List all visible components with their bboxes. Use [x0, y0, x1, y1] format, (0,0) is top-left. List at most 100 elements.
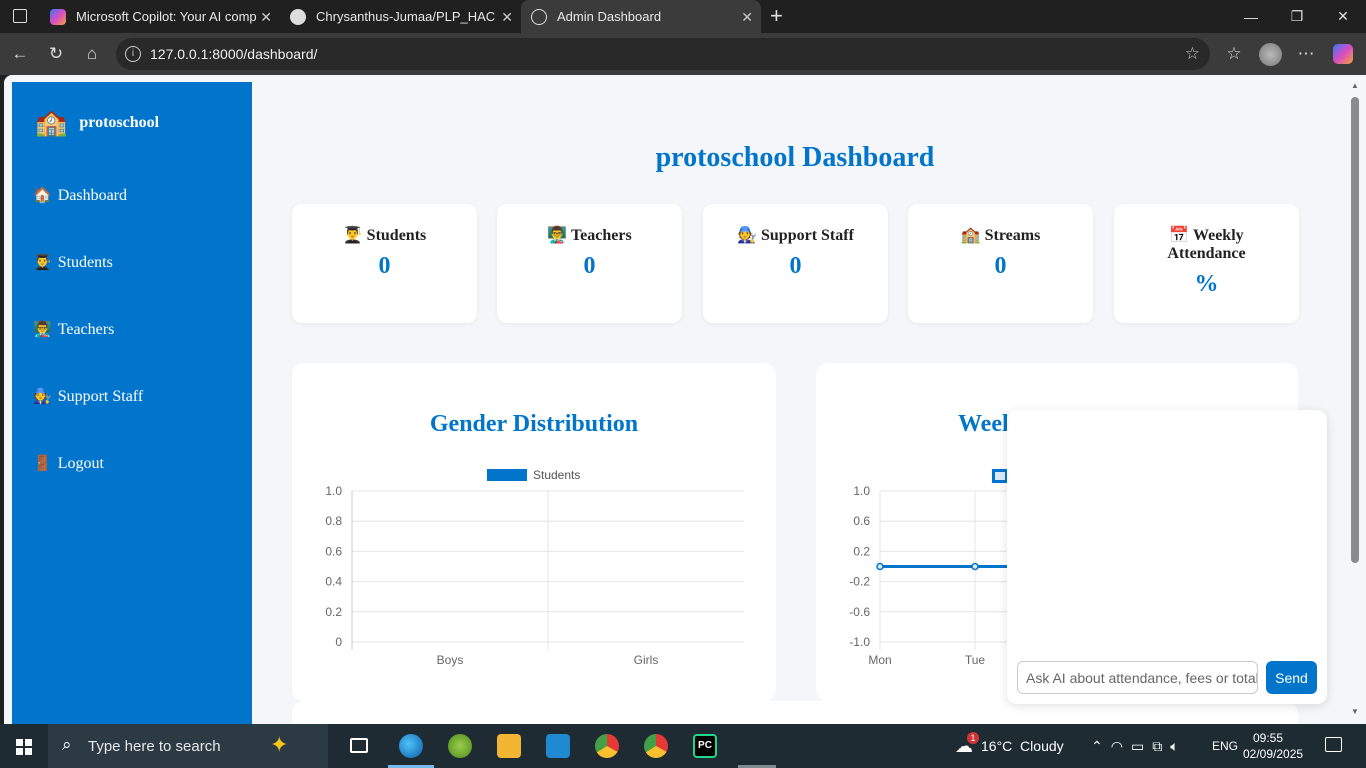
x-tick-label: Girls — [634, 653, 659, 667]
y-tick-label: 0.8 — [325, 514, 342, 528]
copilot-sidebar-icon[interactable] — [1333, 44, 1353, 64]
stat-value: 0 — [789, 253, 802, 279]
stat-card-streams: 🏫 Streams 0 — [908, 204, 1093, 323]
y-tick-label: 1.0 — [853, 484, 870, 498]
home-icon[interactable]: ⌂ — [81, 44, 103, 66]
system-tray: ⌃ ◠ ▭ ⧉ 🔈︎ — [1091, 724, 1179, 768]
search-highlight-icon: ✦ — [270, 732, 289, 757]
y-tick-label: 0.6 — [853, 514, 870, 528]
refresh-icon[interactable]: ↻ — [45, 44, 67, 66]
tab-admin-dashboard[interactable]: Admin Dashboard ✕ — [521, 0, 761, 33]
y-tick-label: 0.2 — [325, 605, 342, 619]
y-tick-label: 0.4 — [325, 575, 342, 589]
back-icon[interactable]: ← — [9, 44, 31, 66]
y-tick-label: 0.6 — [325, 544, 342, 558]
student-icon: 👨‍🎓 — [342, 227, 363, 244]
edge-icon[interactable] — [399, 734, 423, 758]
minimize-button[interactable]: — — [1228, 0, 1274, 33]
stat-value: 0 — [583, 253, 596, 279]
page-scrollbar[interactable]: ▲ ▼ — [1348, 75, 1362, 724]
close-tab-icon[interactable]: ✕ — [501, 9, 513, 26]
stat-card-teachers: 👨‍🏫 Teachers 0 — [497, 204, 682, 323]
task-view-icon[interactable] — [350, 738, 368, 753]
teacher-icon: 👨‍🏫 — [547, 227, 568, 244]
stat-value: % — [1194, 271, 1219, 297]
chat-input[interactable] — [1017, 661, 1258, 694]
scroll-up-icon[interactable]: ▲ — [1351, 81, 1359, 90]
restore-button[interactable]: ❐ — [1274, 0, 1320, 33]
x-tick-label: Tue — [965, 653, 986, 667]
stat-value: 0 — [994, 253, 1007, 279]
brand[interactable]: 🏫 protoschool — [35, 108, 159, 138]
close-window-button[interactable]: ✕ — [1320, 0, 1366, 33]
y-tick-label: 0 — [335, 635, 342, 649]
y-tick-label: -0.2 — [849, 575, 870, 589]
y-tick-label: -0.6 — [849, 605, 870, 619]
mechanic-icon: 🧑‍🔧 — [737, 227, 757, 244]
volume-icon[interactable]: 🔈︎ — [1170, 738, 1178, 755]
wifi-icon[interactable]: ◠ — [1111, 738, 1123, 755]
stat-card-weekly-attendance: 📅 Weekly Attendance % — [1114, 204, 1299, 323]
profile-avatar[interactable] — [1259, 43, 1282, 66]
calendar-icon: 📅 — [1169, 227, 1190, 244]
school-icon: 🏫 — [35, 108, 68, 137]
school-icon: 🏫 — [960, 227, 981, 244]
stat-value: 0 — [378, 253, 391, 279]
copilot-icon — [50, 8, 66, 25]
y-tick-label: -1.0 — [849, 635, 870, 649]
y-tick-label: 0.2 — [853, 544, 870, 558]
language-indicator[interactable]: ENG — [1212, 724, 1238, 768]
tab-actions-icon[interactable] — [13, 9, 27, 23]
notifications-icon[interactable] — [1325, 737, 1342, 752]
tab-github[interactable]: Chrysanthus-Jumaa/PLP_HACKATHON ✕ — [280, 0, 521, 33]
data-point — [971, 562, 979, 571]
pycharm-icon[interactable]: PC — [693, 734, 717, 758]
chevron-up-icon[interactable]: ⌃ — [1091, 738, 1103, 755]
page-title: protoschool Dashboard — [655, 142, 935, 173]
sidebar-item-logout[interactable]: 🚪 Logout — [33, 454, 104, 473]
qgis-icon[interactable] — [448, 734, 472, 758]
tab-copilot[interactable]: Microsoft Copilot: Your AI companion ✕ — [40, 0, 280, 33]
browser-tab-bar: Microsoft Copilot: Your AI companion ✕ C… — [0, 0, 1366, 33]
scroll-down-icon[interactable]: ▼ — [1351, 707, 1359, 716]
info-icon[interactable]: i — [125, 46, 141, 62]
vscode-icon[interactable] — [546, 734, 570, 758]
sidebar-item-support-staff[interactable]: 🧑‍🔧 Support Staff — [33, 387, 143, 406]
x-tick-label: Mon — [868, 653, 891, 667]
sidebar-item-students[interactable]: 👨‍🎓 Students — [33, 253, 113, 272]
more-options-icon[interactable]: ⋯ — [1295, 44, 1317, 66]
file-explorer-icon[interactable] — [497, 734, 521, 758]
url-field[interactable]: i 127.0.0.1:8000/dashboard/ ☆ — [116, 38, 1210, 70]
battery-icon[interactable]: ▭ — [1131, 738, 1144, 755]
weather-badge: 1 — [967, 731, 979, 744]
weather-widget[interactable]: ☁ 1 16°C Cloudy — [955, 724, 1064, 768]
sidebar-item-teachers[interactable]: 👨‍🏫 Teachers — [33, 320, 114, 339]
favorites-icon[interactable]: ☆ — [1223, 44, 1245, 66]
stat-card-support-staff: 🧑‍🔧 Support Staff 0 — [703, 204, 888, 323]
taskbar-search[interactable]: ⌕ Type here to search ✦ — [48, 724, 328, 768]
gender-chart-panel: Gender Distribution Students 1.0 0.8 0.6 0.… — [292, 363, 776, 701]
network-icon[interactable]: ⧉ — [1152, 738, 1162, 755]
sidebar: 🏫 protoschool 🏠 Dashboard 👨‍🎓 Students 👨… — [12, 82, 252, 724]
chrome-profile-icon[interactable] — [644, 734, 668, 758]
favorite-star-icon[interactable]: ☆ — [1185, 38, 1200, 70]
close-tab-icon[interactable]: ✕ — [260, 9, 272, 26]
send-button[interactable]: Send — [1266, 661, 1317, 694]
scrollbar-thumb[interactable] — [1351, 97, 1359, 563]
globe-icon — [531, 8, 547, 25]
close-tab-icon[interactable]: ✕ — [741, 9, 753, 26]
taskbar: ⌕ Type here to search ✦ PC ☁ 1 16°C Cloud… — [0, 724, 1366, 768]
stat-card-students: 👨‍🎓 Students 0 — [292, 204, 477, 323]
search-icon: ⌕ — [62, 735, 72, 754]
x-tick-label: Boys — [437, 653, 464, 667]
new-tab-button[interactable]: + — [770, 3, 783, 29]
windows-start-icon[interactable] — [16, 739, 32, 755]
gender-bar-chart: 1.0 0.8 0.6 0.4 0.2 0 Boys Girls — [325, 484, 744, 667]
cloudy-weather-icon: ☁ 1 — [955, 731, 979, 757]
sidebar-item-dashboard[interactable]: 🏠 Dashboard — [33, 186, 127, 205]
mechanic-icon: 🧑‍🔧 — [33, 389, 52, 405]
y-tick-label: 1.0 — [325, 484, 342, 498]
chrome-icon[interactable] — [595, 734, 619, 758]
clock[interactable]: 09:55 02/09/2025 — [1243, 730, 1303, 762]
github-icon — [290, 8, 306, 25]
